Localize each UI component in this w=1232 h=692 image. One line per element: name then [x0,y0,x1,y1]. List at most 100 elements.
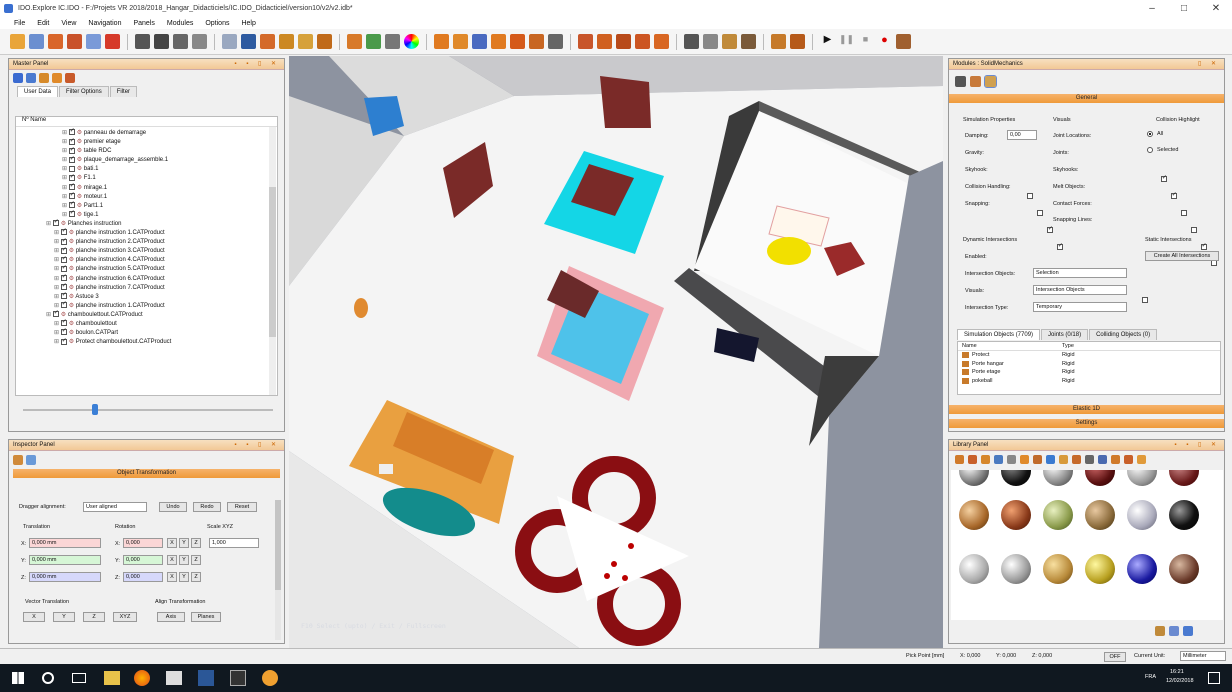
expand-icon[interactable]: ⊞ [62,157,69,163]
expand-icon[interactable]: ⊞ [46,312,53,318]
scrollbar-thumb[interactable] [269,187,276,337]
tab-user-data[interactable]: User Data [17,86,59,97]
visibility-checkbox[interactable] [60,337,67,346]
visibility-checkbox[interactable] [60,291,67,300]
close-button[interactable]: ✕ [1202,0,1230,17]
menu-panels[interactable]: Panels [127,20,160,27]
tab-colliding-objects[interactable]: Colliding Objects (0) [1089,329,1158,340]
redo-button[interactable]: Redo [193,502,221,512]
panel-controls-icon[interactable]: ▪ ▪ ▯ ✕ [1174,441,1220,448]
light-icon[interactable] [1020,455,1029,464]
visibility-checkbox[interactable] [68,173,75,182]
hand-icon[interactable] [434,34,449,49]
app-window-icon[interactable] [230,670,246,686]
folder-icon[interactable] [1137,455,1146,464]
off-toggle[interactable]: OFF [1104,652,1126,662]
rot-y-button[interactable]: Y [179,572,189,582]
scale-field[interactable]: 1,000 [209,538,259,548]
rot-x-button[interactable]: X [167,538,177,548]
joint-locations-checkbox[interactable] [1160,174,1167,183]
rot-y-button[interactable]: Y [179,538,189,548]
copy-icon[interactable] [173,34,188,49]
radio-selected[interactable] [1147,147,1153,153]
rot-x-button[interactable]: X [167,555,177,565]
3d-viewport[interactable]: F10 Select (upto) / Exit / Fullscreen [289,56,943,648]
material-ball[interactable] [1169,500,1199,530]
tree-row[interactable]: ⊞ ⚙ bati.1 [16,165,277,174]
finger-icon[interactable] [491,34,506,49]
rot-x-button[interactable]: X [167,572,177,582]
translation-z-field[interactable]: 0,000 mm [29,572,101,582]
damping-field[interactable]: 0,00 [1007,130,1037,140]
reset-button[interactable]: Reset [227,502,257,512]
expand-icon[interactable]: ⊞ [54,239,61,245]
cut-icon[interactable] [135,34,150,49]
material-ball[interactable] [1043,500,1073,530]
vehicle-icon[interactable] [984,75,997,88]
solid-icon[interactable] [955,76,966,87]
export-icon[interactable] [48,34,63,49]
visibility-checkbox[interactable] [68,127,75,136]
bike-icon[interactable] [635,34,650,49]
move-icon[interactable] [347,34,362,49]
arch-icon[interactable] [298,34,313,49]
glasses-icon[interactable] [39,73,49,83]
language-indicator[interactable]: FRA [1145,674,1156,680]
word-icon[interactable] [198,670,214,686]
skyhooks-checkbox[interactable] [1180,210,1187,217]
part-icon[interactable] [981,455,990,464]
tree-row[interactable]: ⊞ ⚙ premier etage [16,137,277,147]
tree-row[interactable]: ⊞ ⚙ plaque_demarrage_assemble.1 [16,155,277,165]
expand-icon[interactable]: ⊞ [62,185,69,191]
inspector-scrollbar[interactable] [275,500,281,640]
visibility-checkbox[interactable] [68,146,75,155]
rotate-icon[interactable] [366,34,381,49]
box-icon[interactable] [1059,455,1068,464]
translation-x-field[interactable]: 0,000 mm [29,538,101,548]
visibility-checkbox[interactable] [60,318,67,327]
stamp-icon[interactable] [790,34,805,49]
lamp-icon[interactable] [279,34,294,49]
material-ball[interactable] [1043,554,1073,584]
light-icon[interactable] [260,34,275,49]
pointer-icon[interactable] [510,34,525,49]
print-icon[interactable] [154,34,169,49]
menu-modules[interactable]: Modules [161,20,199,27]
color-wheel-icon[interactable] [404,34,419,49]
radio-all[interactable] [1147,131,1153,137]
rot-y-button[interactable]: Y [179,555,189,565]
tree-row[interactable]: ⊞ ⚙ chamboulettout.CATProduct [16,309,277,320]
pen-icon[interactable] [703,34,718,49]
play-icon[interactable]: ▶ [820,34,835,49]
table-row[interactable]: pokeball Rigid [958,377,1220,386]
car-icon[interactable] [722,34,737,49]
joint-icon[interactable] [597,34,612,49]
expand-icon[interactable]: ⊞ [54,303,61,309]
expand-icon[interactable]: ⊞ [54,285,61,291]
chart-icon[interactable] [684,34,699,49]
visibility-checkbox[interactable] [60,273,67,282]
tree-row[interactable]: ⊞ ⚙ Planches instruction [16,218,277,229]
material-ball[interactable] [1085,470,1115,486]
expand-icon[interactable]: ⊞ [62,203,69,209]
pause-icon[interactable]: ❚❚ [839,34,854,49]
table-row[interactable]: Porte hangar Rigid [958,360,1220,369]
render-icon[interactable] [222,34,237,49]
panel-controls-icon[interactable]: ▪ ▪ ▯ ✕ [234,60,280,67]
visibility-checkbox[interactable] [68,137,75,146]
rotation-x-field[interactable]: 0,000 [123,538,163,548]
menu-help[interactable]: Help [235,20,261,27]
search-icon[interactable] [42,672,54,684]
tab-joints[interactable]: Joints (0/18) [1041,329,1089,340]
scrollbar-thumb[interactable] [275,500,281,590]
visibility-checkbox[interactable] [68,155,75,164]
sort-icon[interactable] [1155,626,1165,636]
table-row[interactable]: Protect Rigid [958,351,1220,360]
task-view-icon[interactable] [72,673,86,683]
figure-icon[interactable] [970,76,981,87]
tab-simulation-objects[interactable]: Simulation Objects (7709) [957,329,1041,340]
material-ball[interactable] [1001,500,1031,530]
rotation-z-field[interactable]: 0,000 [123,572,163,582]
material-ball[interactable] [959,470,989,486]
tree-row[interactable]: ⊞ ⚙ Part1.1 [16,200,277,211]
